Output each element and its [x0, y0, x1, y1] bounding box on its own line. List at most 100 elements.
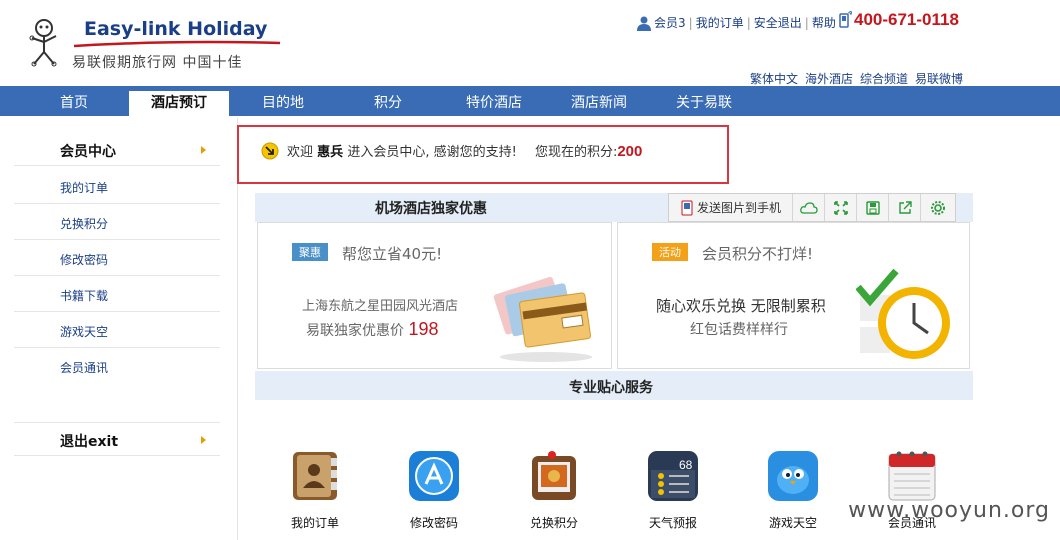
- share-button[interactable]: [889, 194, 921, 221]
- my-orders-link[interactable]: 我的订单: [696, 14, 744, 31]
- sidebar-item-redeem-points[interactable]: 兑换积分: [14, 204, 220, 240]
- member-link[interactable]: 会员3: [654, 14, 686, 31]
- service-weather[interactable]: 68 天气预报: [633, 450, 713, 531]
- sidebar-item-label: 兑换积分: [60, 217, 109, 231]
- separator: |: [688, 15, 693, 30]
- logo-chinese-text: 易联假期旅行网 中国十佳: [72, 55, 243, 71]
- sidebar-item-games[interactable]: 游戏天空: [14, 312, 220, 348]
- separator: |: [804, 15, 809, 30]
- credit-cards-icon: [493, 276, 592, 362]
- promo-card-points[interactable]: 活动 会员积分不打烊! 随心欢乐兑换 无限制累积 红包话费样样行: [617, 222, 970, 369]
- logout-link[interactable]: 安全退出: [754, 14, 802, 31]
- twitter-bird-icon: [768, 451, 818, 501]
- promo-tag: 活动: [652, 243, 688, 261]
- sidebar-item-label: 游戏天空: [60, 325, 109, 339]
- sidebar-item-orders[interactable]: 我的订单: [14, 168, 220, 204]
- service-section-bar: 专业贴心服务: [255, 371, 973, 400]
- promo-price: 198: [408, 319, 439, 339]
- top-links: 会员3 | 我的订单 | 安全退出 | 帮助: [636, 14, 836, 31]
- help-link[interactable]: 帮助: [812, 14, 836, 31]
- logo-figure-icon: [29, 19, 57, 67]
- phone-icon: [839, 11, 852, 28]
- share-icon: [898, 200, 912, 214]
- service-games[interactable]: 游戏天空: [753, 450, 833, 531]
- photo-pin-icon: [532, 451, 576, 500]
- sidebar-item-label: 书籍下载: [60, 289, 109, 303]
- site-logo[interactable]: Easy-link Holiday 易联假期旅行网 中国十佳: [24, 14, 284, 74]
- promo-price-line: 易联独家优惠价 198: [306, 319, 439, 340]
- sidebar-logout-label: 退出exit: [60, 434, 119, 450]
- nav-points[interactable]: 积分: [360, 86, 416, 116]
- nav-hotel-news[interactable]: 酒店新闻: [563, 86, 635, 116]
- phone-number: 400-671-0118: [854, 10, 959, 29]
- arrow-badge-icon: [261, 142, 279, 160]
- arrow-right-icon: [201, 146, 206, 154]
- logo-english-text: Easy-link Holiday: [84, 18, 268, 40]
- phone-send-icon: [681, 200, 693, 215]
- airport-section-title: 机场酒店独家优惠: [375, 201, 487, 217]
- sidebar-logout[interactable]: 退出exit: [14, 422, 220, 456]
- welcome-message: 进入会员中心, 感谢您的支持!: [347, 145, 517, 160]
- service-label: 游戏天空: [768, 516, 817, 530]
- arrow-right-icon: [201, 436, 206, 444]
- service-label: 兑换积分: [529, 516, 578, 530]
- promo-price-prefix: 易联独家优惠价: [306, 323, 404, 339]
- sidebar-header-member-center[interactable]: 会员中心: [14, 132, 220, 166]
- promo-hotel-name: 上海东航之星田园风光酒店: [302, 299, 459, 314]
- expand-icon: [833, 200, 848, 215]
- promo-title: 会员积分不打烊!: [702, 245, 814, 263]
- promo-card-discount[interactable]: 聚惠 帮您立省40元! 上海东航之星田园风光酒店 易联独家优惠价 198: [257, 222, 612, 369]
- points-value: 200: [617, 143, 643, 160]
- settings-button[interactable]: [921, 194, 955, 221]
- save-button[interactable]: [857, 194, 889, 221]
- nav-destinations[interactable]: 目的地: [253, 86, 313, 116]
- service-change-password[interactable]: 修改密码: [394, 450, 474, 531]
- promo-points-line1: 随心欢乐兑换 无限制累积: [656, 297, 826, 315]
- main-nav: 首页 酒店预订 目的地 积分 特价酒店 酒店新闻 关于易联: [0, 86, 1060, 116]
- sidebar-item-label: 修改密码: [60, 253, 109, 267]
- overseas-hotels-link[interactable]: 海外酒店: [805, 70, 853, 87]
- user-icon: [637, 16, 651, 31]
- promo-title: 帮您立省40元!: [342, 245, 443, 263]
- sidebar-item-label: 我的订单: [60, 181, 109, 195]
- service-label: 修改密码: [409, 516, 458, 530]
- sidebar-item-book-download[interactable]: 书籍下载: [14, 276, 220, 312]
- nav-about[interactable]: 关于易联: [668, 86, 740, 116]
- send-to-phone-label: 发送图片到手机: [696, 201, 781, 215]
- separator: |: [746, 15, 751, 30]
- member-sidebar: 会员中心 我的订单 兑换积分 修改密码 书籍下载 游戏天空 会员通讯 退出exi…: [0, 118, 238, 540]
- portal-link[interactable]: 综合频道: [860, 70, 908, 87]
- fullscreen-button[interactable]: [825, 194, 857, 221]
- welcome-banner: 欢迎 惠兵 进入会员中心, 感谢您的支持! 您现在的积分:200: [237, 125, 729, 184]
- calendar-icon: [888, 451, 936, 501]
- nav-hotel-booking[interactable]: 酒店预订: [129, 91, 229, 116]
- nav-home[interactable]: 首页: [44, 86, 104, 116]
- welcome-text: 欢迎 惠兵 进入会员中心, 感谢您的支持! 您现在的积分:200: [287, 141, 642, 160]
- weather-temp: 68: [679, 458, 693, 472]
- app-store-icon: [409, 451, 459, 501]
- sidebar-item-newsletter[interactable]: 会员通讯: [14, 348, 220, 384]
- weibo-link[interactable]: 易联微博: [915, 70, 963, 87]
- member-name: 惠兵: [317, 145, 344, 160]
- sidebar-header-label: 会员中心: [60, 144, 116, 160]
- service-label: 天气预报: [648, 516, 697, 530]
- service-my-orders[interactable]: 我的订单: [275, 450, 355, 531]
- service-section-title: 专业贴心服务: [569, 380, 653, 396]
- promo-tag: 聚惠: [292, 243, 328, 261]
- sidebar-item-change-password[interactable]: 修改密码: [14, 240, 220, 276]
- site-header: Easy-link Holiday 易联假期旅行网 中国十佳 会员3 | 我的订…: [0, 0, 1060, 86]
- points-label: 您现在的积分:: [534, 145, 618, 160]
- sub-links: 繁体中文 海外酒店 综合频道 易联微博: [750, 70, 963, 87]
- cloud-button[interactable]: [793, 194, 825, 221]
- logo-swoosh: [73, 40, 281, 48]
- hotline: 400-671-0118: [838, 10, 959, 30]
- promo-points-line2: 红包话费样样行: [690, 322, 788, 338]
- traditional-chinese-link[interactable]: 繁体中文: [750, 70, 798, 87]
- watermark: www.wooyun.org: [848, 498, 1050, 523]
- cloud-icon: [799, 201, 818, 214]
- service-redeem-points[interactable]: 兑换积分: [514, 450, 594, 531]
- send-to-phone-button[interactable]: 发送图片到手机: [669, 194, 793, 221]
- nav-special-hotels[interactable]: 特价酒店: [458, 86, 530, 116]
- gear-icon: [931, 200, 945, 215]
- sidebar-item-label: 会员通讯: [60, 361, 109, 375]
